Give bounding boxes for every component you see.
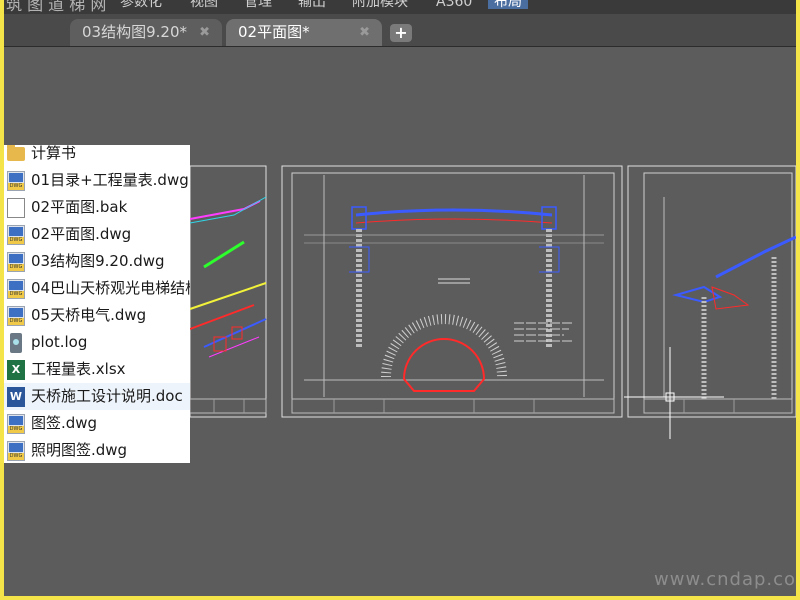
list-item[interactable]: 照明图签.dwg [4,437,190,463]
list-item[interactable]: W 天桥施工设计说明.doc [4,383,190,410]
list-item[interactable]: 01目录+工程量表.dwg [4,167,190,194]
file-name: 03结构图9.20.dwg [31,252,165,270]
list-item[interactable]: 图签.dwg [4,410,190,437]
file-name: 05天桥电气.dwg [31,306,147,324]
file-name: 计算书 [31,145,77,162]
dwg-file-icon [7,414,25,434]
blank-file-icon [7,198,25,218]
dwg-file-icon [7,441,25,461]
document-tab-bar: 03结构图9.20* ✖ 02平面图* ✖ + [4,14,796,47]
excel-file-icon: X [7,360,25,380]
list-item[interactable]: X 工程量表.xlsx [4,356,190,383]
add-tab-button[interactable]: + [390,24,412,42]
file-name: 02平面图.bak [31,198,128,216]
list-item[interactable]: 05天桥电气.dwg [4,302,190,329]
list-item[interactable]: plot.log [4,329,190,356]
file-name: 01目录+工程量表.dwg [31,171,189,189]
file-name: 图签.dwg [31,414,98,432]
tab-label: 02平面图* [238,23,310,41]
dwg-file-icon [7,225,25,245]
watermark-bottom: www.cndap.com [654,569,796,590]
file-name: 02平面图.dwg [31,225,132,243]
watermark-top: 筑 图 道 梯 网 [6,0,107,14]
close-icon[interactable]: ✖ [359,19,370,46]
file-list-panel: 计算书 01目录+工程量表.dwg 02平面图.bak 02平面图.dwg 03… [4,145,190,463]
dwg-file-icon [7,252,25,272]
menu-parametric[interactable]: 参数化 [120,0,162,9]
file-name: 照明图签.dwg [31,441,128,459]
dwg-file-icon [7,171,25,191]
dwg-file-icon [7,306,25,326]
file-name: 工程量表.xlsx [31,360,126,378]
dwg-file-icon [7,279,25,299]
list-item[interactable]: 04巴山天桥观光电梯结构 [4,275,190,302]
menu-layout[interactable]: 布局 [488,0,528,9]
list-item[interactable]: 计算书 [4,145,190,167]
log-file-icon [10,333,22,353]
file-name: 04巴山天桥观光电梯结构 [31,279,190,297]
tab-02-plan[interactable]: 02平面图* ✖ [226,19,382,46]
list-item[interactable]: 03结构图9.20.dwg [4,248,190,275]
tab-03-structure[interactable]: 03结构图9.20* ✖ [70,19,222,46]
sheet-center [281,165,623,418]
word-file-icon: W [7,387,25,407]
menu-output[interactable]: 输出 [298,0,326,9]
list-item[interactable]: 02平面图.dwg [4,221,190,248]
tab-label: 03结构图9.20* [82,23,187,41]
file-name: plot.log [31,333,88,351]
list-item[interactable]: 02平面图.bak [4,194,190,221]
ribbon-menu-bar: 筑 图 道 梯 网 参数化 视图 管理 输出 附加模块 A360 布局 [4,0,796,14]
menu-addins[interactable]: 附加模块 [352,0,408,9]
folder-icon [7,145,25,161]
file-name: 天桥施工设计说明.doc [31,387,183,405]
close-icon[interactable]: ✖ [199,19,210,46]
menu-manage[interactable]: 管理 [244,0,272,9]
menu-a360[interactable]: A360 [436,0,472,9]
menu-view[interactable]: 视图 [190,0,218,9]
